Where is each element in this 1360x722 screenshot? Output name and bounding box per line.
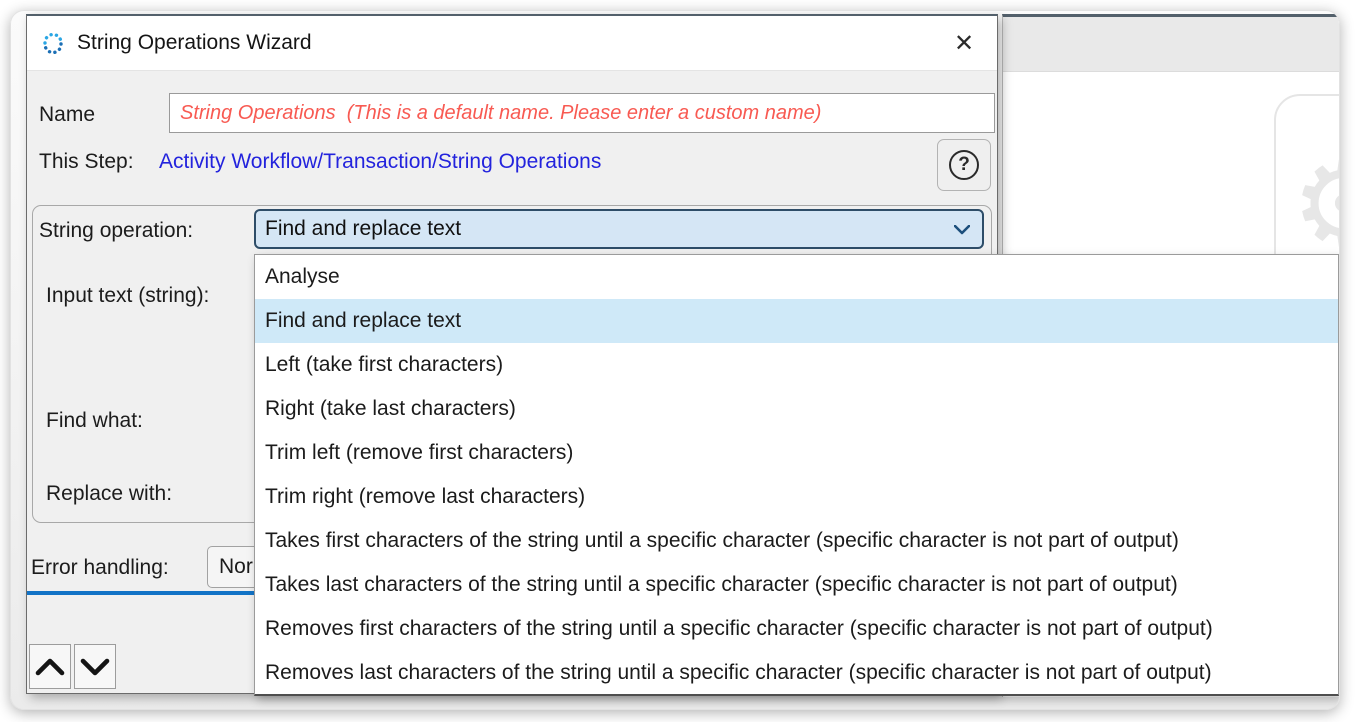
name-placeholder: String Operations (This is a default nam…: [170, 94, 994, 132]
dropdown-option[interactable]: Takes last characters of the string unti…: [255, 563, 1338, 607]
dropdown-option[interactable]: Removes first characters of the string u…: [255, 607, 1338, 651]
screenshot-frame: ⚙ String Operations Wizard ✕ Name String…: [10, 10, 1340, 710]
string-operation-dropdown-list: AnalyseFind and replace textLeft (take f…: [254, 254, 1339, 696]
chevron-up-icon: [35, 658, 65, 676]
move-up-button[interactable]: [29, 644, 71, 689]
error-handling-label: Error handling:: [31, 556, 169, 580]
dropdown-option[interactable]: Trim left (remove first characters): [255, 431, 1338, 475]
dropdown-option[interactable]: Left (take first characters): [255, 343, 1338, 387]
name-input[interactable]: String Operations (This is a default nam…: [169, 93, 995, 133]
background-toolbar: [1003, 17, 1339, 72]
dialog-title: String Operations Wizard: [77, 31, 312, 55]
dropdown-option[interactable]: Takes first characters of the string unt…: [255, 519, 1338, 563]
this-step-link[interactable]: Activity Workflow/Transaction/String Ope…: [159, 150, 601, 174]
dropdown-option[interactable]: Find and replace text: [255, 299, 1338, 343]
question-mark-icon: ?: [949, 150, 979, 180]
help-button[interactable]: ?: [937, 139, 991, 191]
chevron-down-icon: [954, 225, 970, 235]
dropdown-option[interactable]: Analyse: [255, 255, 1338, 299]
string-operation-label: String operation:: [39, 219, 193, 243]
find-what-label: Find what:: [46, 409, 143, 433]
close-icon[interactable]: ✕: [947, 28, 981, 60]
gear-icon: ⚙: [1291, 145, 1340, 263]
dropdown-option[interactable]: Right (take last characters): [255, 387, 1338, 431]
move-down-button[interactable]: [74, 644, 116, 689]
titlebar: String Operations Wizard ✕: [27, 16, 997, 71]
name-label: Name: [39, 103, 95, 127]
this-step-label: This Step:: [39, 150, 134, 174]
combobox-value: Find and replace text: [256, 211, 982, 246]
sync-arrows-icon: [41, 31, 65, 55]
chevron-down-icon: [80, 658, 110, 676]
input-text-label: Input text (string):: [46, 284, 209, 308]
dropdown-option[interactable]: Removes last characters of the string un…: [255, 651, 1338, 695]
replace-with-label: Replace with:: [46, 482, 172, 506]
string-operation-combobox[interactable]: Find and replace text: [254, 209, 984, 249]
dropdown-option[interactable]: Trim right (remove last characters): [255, 475, 1338, 519]
